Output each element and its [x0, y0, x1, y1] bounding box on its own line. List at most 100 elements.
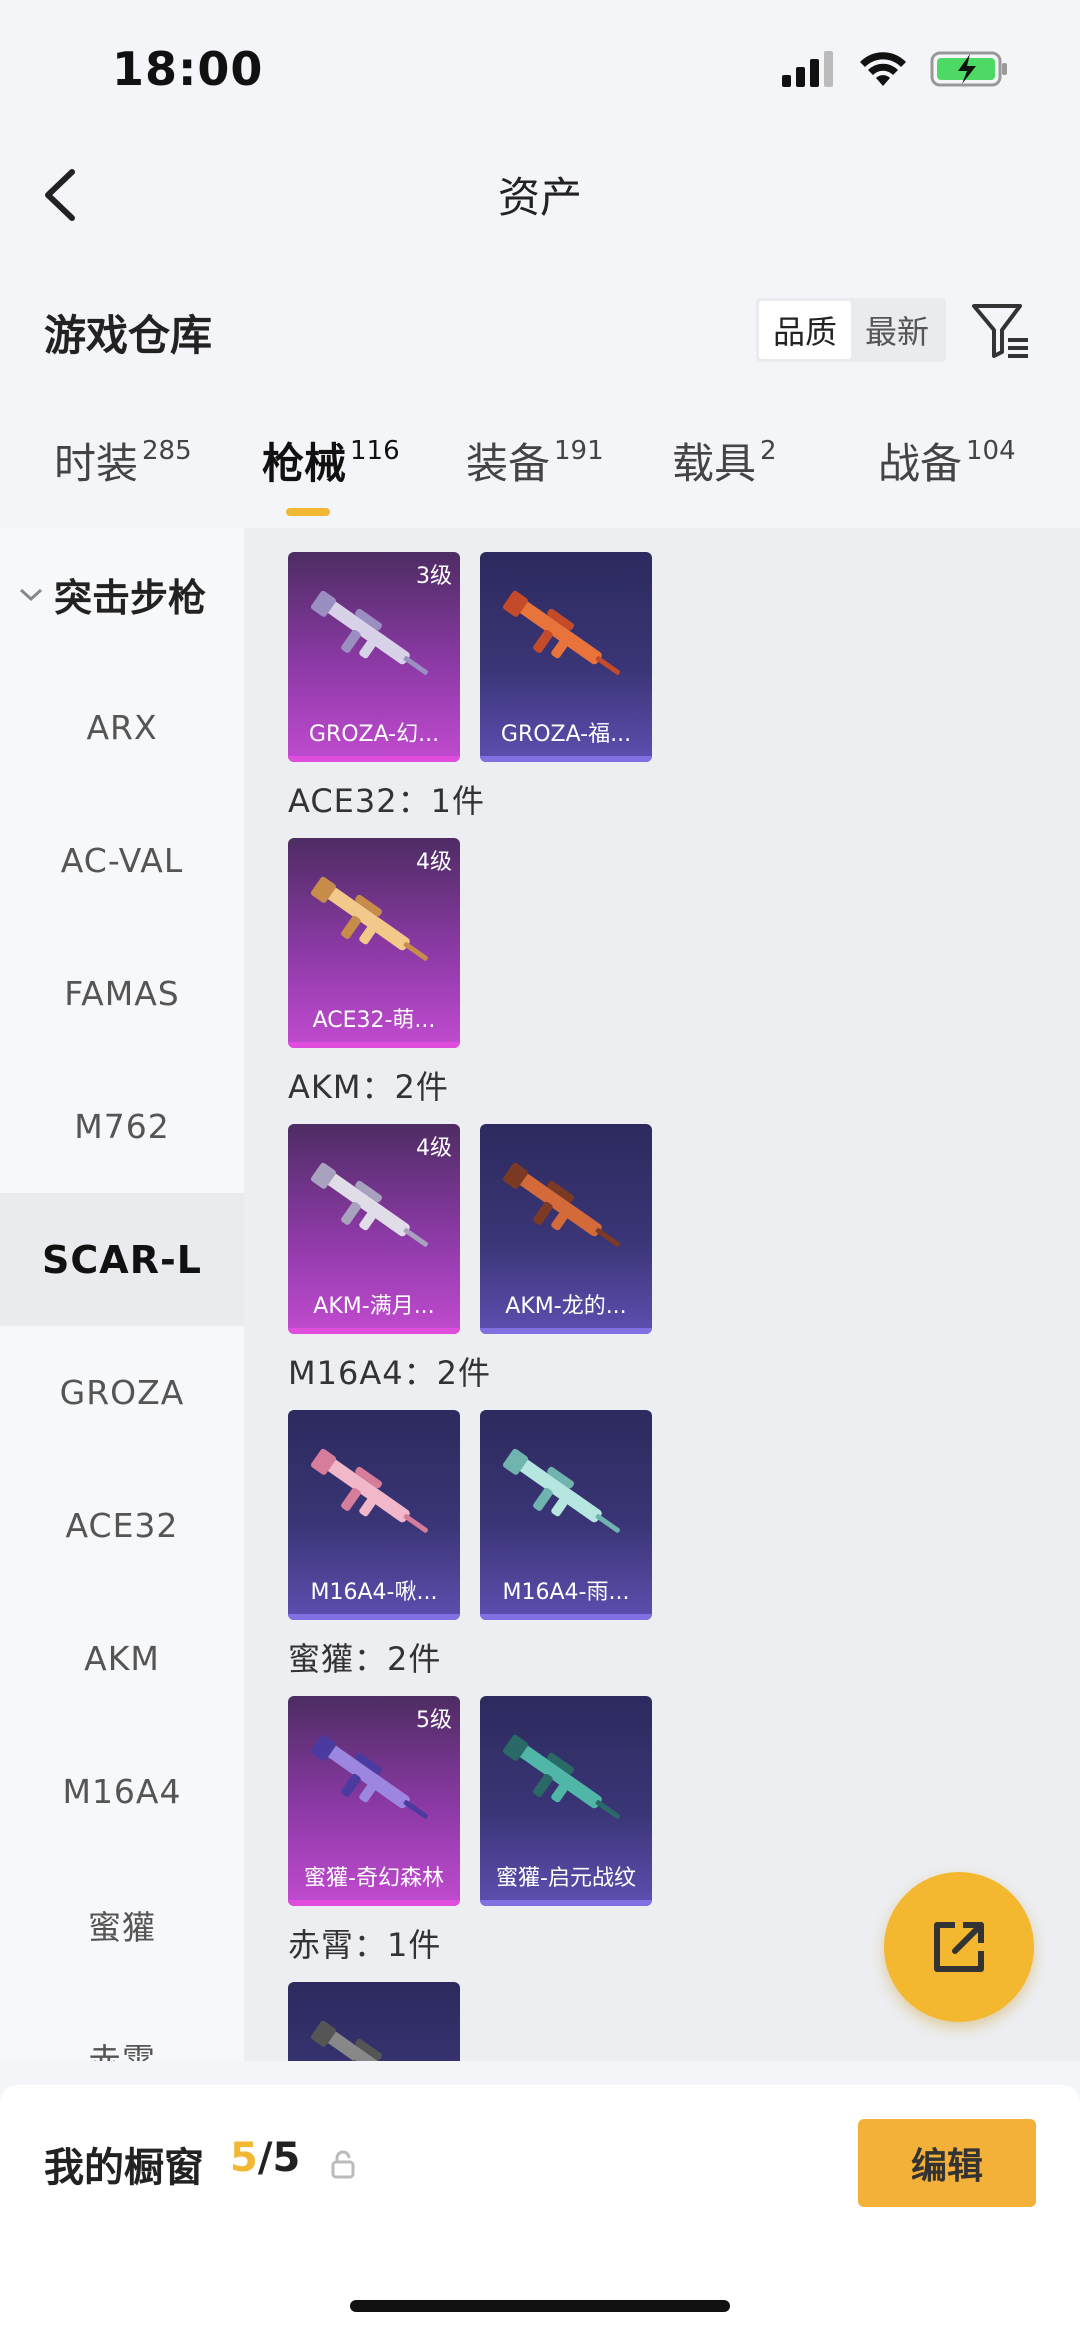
skin-name: GROZA-幻...	[308, 722, 440, 747]
tab-firearms[interactable]: 枪械 116	[262, 430, 400, 520]
tab-count: 104	[966, 436, 1016, 466]
sort-newest[interactable]: 最新	[851, 301, 943, 359]
filter-icon	[972, 304, 1028, 358]
skin-name: AKM-龙的...	[505, 1294, 627, 1319]
rarity-bar	[288, 1614, 460, 1620]
skin-level-badge: 5级	[416, 1708, 452, 1733]
rarity-bar	[288, 1900, 460, 1906]
rifle-skin-icon	[304, 1722, 444, 1842]
tab-label: 时装	[54, 439, 139, 488]
status-bar: 18:00	[0, 0, 1080, 140]
skin-group-label: M16A4：2件	[288, 1354, 491, 1392]
tab-label: 装备	[466, 439, 551, 488]
filter-button[interactable]	[970, 300, 1032, 362]
weapon-skin-list: 3级 GROZA-幻... GROZA-福... ACE32：1件 4级 ACE32-萌.…	[244, 528, 1080, 2061]
rarity-bar	[480, 1328, 652, 1334]
battery-charging-icon	[930, 51, 1007, 87]
sidebar-item-famas[interactable]: FAMAS	[0, 927, 244, 1060]
tab-count: 191	[554, 436, 604, 466]
rifle-skin-icon	[496, 1150, 636, 1270]
skin-card[interactable]: 4级 AKM-满月...	[288, 1124, 460, 1334]
sidebar-item-akm[interactable]: AKM	[0, 1592, 244, 1725]
section-title: 游戏仓库	[44, 311, 213, 360]
weapon-type-sidebar: 突击步枪 ARX AC-VAL FAMAS M762 SCAR-L GROZA …	[0, 528, 244, 2061]
tab-fashion[interactable]: 时装 285	[54, 430, 192, 520]
rifle-skin-icon	[304, 578, 444, 698]
skin-name: 蜜獾-奇幻森林	[304, 1866, 444, 1891]
sidebar-item-honey-badger[interactable]: 蜜獾	[0, 1858, 244, 1991]
status-icons	[780, 50, 1010, 88]
rifle-skin-icon	[304, 1150, 444, 1270]
showcase-count: 5/5	[230, 2135, 300, 2181]
nav-header: 资产	[0, 140, 1080, 250]
tab-supplies[interactable]: 战备 104	[878, 430, 1016, 520]
sidebar-group-assault-rifles[interactable]: 突击步枪	[0, 528, 244, 661]
tab-vehicles[interactable]: 载具 2	[672, 430, 777, 520]
rifle-skin-icon	[496, 1722, 636, 1842]
sidebar-group-label: 突击步枪	[54, 576, 207, 620]
rarity-bar	[480, 756, 652, 762]
skin-name: GROZA-福...	[500, 722, 632, 747]
wifi-icon	[860, 52, 906, 86]
skin-cards: 4级 ACE32-萌...	[288, 838, 1080, 1048]
rarity-bar	[288, 1328, 460, 1334]
tab-count: 116	[350, 436, 400, 466]
home-indicator	[350, 2300, 730, 2312]
skin-cards: 3级 GROZA-幻... GROZA-福...	[288, 552, 1080, 762]
skin-name: M16A4-雨...	[502, 1580, 630, 1605]
sidebar-item-ac-val[interactable]: AC-VAL	[0, 794, 244, 927]
showcase-used: 5	[230, 2135, 258, 2181]
skin-name: 蜜獾-启元战纹	[496, 1866, 636, 1891]
tab-label: 载具	[672, 439, 757, 488]
skin-card[interactable]: GROZA-福...	[480, 552, 652, 762]
tab-count: 2	[760, 436, 777, 466]
skin-group: 3级 GROZA-幻... GROZA-福...	[288, 552, 1080, 762]
skin-card[interactable]: 4级 ACE32-萌...	[288, 838, 460, 1048]
skin-group: 蜜獾：2件 5级 蜜獾-奇幻森林 蜜獾-启元战纹	[288, 1628, 1080, 1906]
rarity-bar	[480, 1900, 652, 1906]
skin-name: M16A4-啾...	[310, 1580, 438, 1605]
sort-toggle: 品质 最新	[756, 298, 946, 362]
skin-group-label: AKM：2件	[288, 1068, 449, 1106]
sidebar-item-scar-l[interactable]: SCAR-L	[0, 1193, 244, 1326]
skin-card[interactable]: M16A4-雨...	[480, 1410, 652, 1620]
skin-card[interactable]: M16A4-啾...	[288, 1410, 460, 1620]
skin-level-badge: 4级	[416, 850, 452, 875]
chevron-down-icon	[19, 588, 43, 601]
skin-group: AKM：2件 4级 AKM-满月... AKM-龙的...	[288, 1056, 1080, 1334]
rifle-skin-icon	[304, 2008, 444, 2061]
section-header: 游戏仓库 品质 最新	[0, 280, 1080, 380]
skin-level-badge: 3级	[416, 564, 452, 589]
sidebar-item-m762[interactable]: M762	[0, 1060, 244, 1193]
skin-group-label: ACE32：1件	[288, 782, 485, 820]
category-tabs: 时装 285 枪械 116 装备 191 载具 2 战备 104	[0, 430, 1080, 530]
skin-card[interactable]	[288, 1982, 460, 2061]
sort-quality[interactable]: 品质	[759, 301, 851, 359]
tab-equipment[interactable]: 装备 191	[466, 430, 604, 520]
skin-name: AKM-满月...	[313, 1294, 435, 1319]
tab-active-indicator	[286, 508, 330, 516]
sidebar-item-m16a4[interactable]: M16A4	[0, 1725, 244, 1858]
share-button[interactable]	[884, 1872, 1034, 2022]
skin-cards: M16A4-啾... M16A4-雨...	[288, 1410, 1080, 1620]
skin-card[interactable]: 5级蜜獾-奇幻森林	[288, 1696, 460, 1906]
rarity-bar	[288, 756, 460, 762]
skin-card[interactable]: 蜜獾-启元战纹	[480, 1696, 652, 1906]
skin-card[interactable]: AKM-龙的...	[480, 1124, 652, 1334]
skin-cards: 4级 AKM-满月... AKM-龙的...	[288, 1124, 1080, 1334]
skin-name: ACE32-萌...	[312, 1008, 436, 1033]
rarity-bar	[480, 1614, 652, 1620]
tab-count: 285	[142, 436, 192, 466]
showcase-label: 我的橱窗	[44, 2145, 204, 2191]
rifle-skin-icon	[496, 1436, 636, 1556]
rifle-skin-icon	[496, 578, 636, 698]
page-title: 资产	[497, 173, 582, 222]
skin-card[interactable]: 3级 GROZA-幻...	[288, 552, 460, 762]
sidebar-item-ace32[interactable]: ACE32	[0, 1459, 244, 1592]
edit-button[interactable]: 编辑	[858, 2119, 1036, 2207]
rifle-skin-icon	[304, 1436, 444, 1556]
sidebar-item-groza[interactable]: GROZA	[0, 1326, 244, 1459]
rarity-bar	[288, 1042, 460, 1048]
sidebar-item-chixiao[interactable]: 赤霄	[0, 1991, 244, 2062]
sidebar-item-arx[interactable]: ARX	[0, 661, 244, 794]
